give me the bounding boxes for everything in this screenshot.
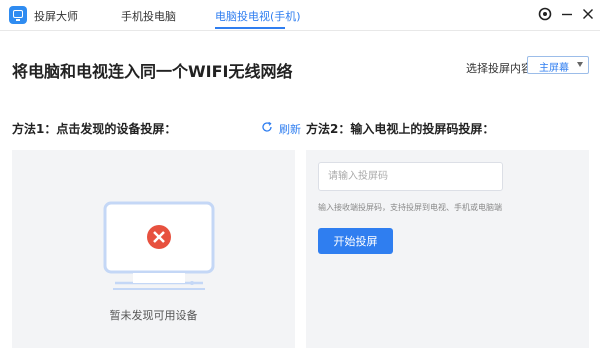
device-list-panel: 暂未发现可用设备 (12, 150, 295, 348)
monitor-error-icon (103, 201, 215, 290)
title-bar: 投屏大师 手机投电脑 电脑投电视(手机) (0, 0, 600, 31)
minimize-icon[interactable] (559, 6, 575, 22)
content-select-dropdown[interactable]: 主屏幕 (527, 56, 589, 74)
tab-phone-to-pc[interactable]: 手机投电脑 (121, 8, 176, 24)
cast-code-input[interactable] (318, 162, 503, 191)
chevron-down-icon (577, 62, 583, 67)
refresh-icon[interactable] (261, 121, 273, 133)
app-window: 投屏大师 手机投电脑 电脑投电视(手机) 将电脑和电视连入同一个WIFI无线网络… (0, 0, 600, 348)
app-name: 投屏大师 (34, 10, 78, 23)
content-select-label: 选择投屏内容: (466, 62, 536, 75)
tab-pc-to-tv[interactable]: 电脑投电视(手机) (215, 8, 301, 24)
close-icon[interactable] (580, 6, 596, 22)
app-logo-icon (9, 6, 27, 24)
no-device-text: 暂未发现可用设备 (109, 309, 198, 322)
refresh-button[interactable]: 刷新 (279, 121, 301, 137)
content-select-value: 主屏幕 (539, 63, 569, 74)
method2-title: 方法2：输入电视上的投屏码投屏： (306, 122, 495, 136)
page-title: 将电脑和电视连入同一个WIFI无线网络 (12, 62, 293, 81)
settings-icon[interactable] (537, 6, 553, 22)
hint-text: 输入接收端投屏码，支持投屏到电视、手机或电脑端 (318, 203, 502, 212)
start-cast-button[interactable]: 开始投屏 (318, 228, 393, 254)
active-tab-indicator (215, 27, 285, 29)
method1-title: 方法1：点击发现的设备投屏： (12, 122, 177, 136)
code-input-panel: 输入接收端投屏码，支持投屏到电视、手机或电脑端 开始投屏 (306, 150, 589, 348)
